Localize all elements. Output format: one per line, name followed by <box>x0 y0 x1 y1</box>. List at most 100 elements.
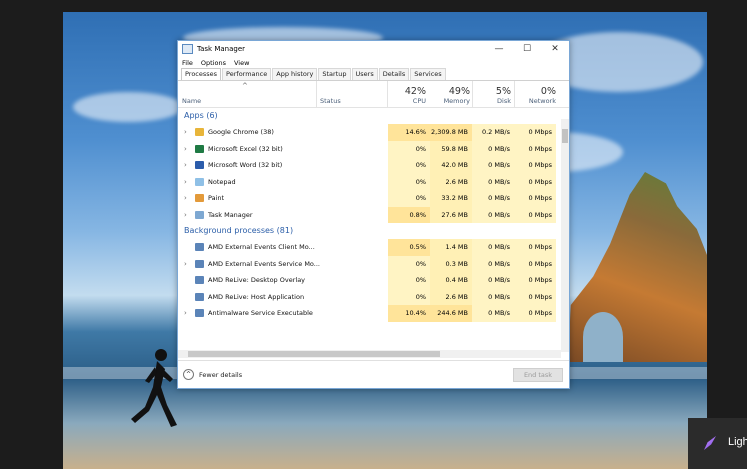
network-value: 0 Mbps <box>514 157 556 174</box>
process-name: AMD External Events Client Mo... <box>208 243 315 251</box>
process-row[interactable]: AMD External Events Client Mo... 0.5% 1.4 … <box>178 239 569 256</box>
tab-performance[interactable]: Performance <box>222 68 272 80</box>
process-row[interactable]: AMD ReLive: Host Application 0% 2.6 MB 0 MB… <box>178 288 569 305</box>
network-value: 0 Mbps <box>514 272 556 289</box>
network-value: 0 Mbps <box>514 305 556 322</box>
vertical-scroll-thumb[interactable] <box>562 129 568 143</box>
process-row[interactable]: › Task Manager 0.8% 27.6 MB 0 MB/s 0 Mbps <box>178 206 569 224</box>
column-memory[interactable]: Memory <box>430 97 470 105</box>
network-value: 0 Mbps <box>514 288 556 305</box>
disk-value: 0 MB/s <box>472 157 514 174</box>
cpu-value: 0.5% <box>388 239 430 256</box>
process-name: Notepad <box>208 177 236 186</box>
feather-icon <box>704 436 716 450</box>
process-name: Task Manager <box>208 210 253 219</box>
expand-chevron-icon[interactable]: › <box>184 305 187 322</box>
process-name: Antimalware Service Executable <box>208 309 313 317</box>
tab-processes[interactable]: Processes <box>181 68 222 80</box>
horizontal-scrollbar[interactable] <box>178 350 561 358</box>
memory-value: 2,309.8 MB <box>430 124 472 141</box>
disk-value: 0 MB/s <box>472 190 514 207</box>
expand-chevron-icon[interactable]: › <box>184 174 187 191</box>
process-row[interactable]: › Microsoft Word (32 bit) 0% 42.0 MB 0 MB/s 0… <box>178 157 569 174</box>
wallpaper-cloud <box>73 92 183 122</box>
window-title: Task Manager <box>197 45 246 53</box>
column-name[interactable]: Name <box>182 97 201 105</box>
process-row[interactable]: › Antimalware Service Executable 10.4% 244.… <box>178 305 569 322</box>
group-header-background: Background processes (81) <box>184 226 294 235</box>
process-row[interactable]: › Notepad 0% 2.6 MB 0 MB/s 0 Mbps <box>178 173 569 191</box>
expand-chevron-icon[interactable]: › <box>184 256 187 273</box>
menu-view[interactable]: View <box>234 59 249 67</box>
disk-value: 0 MB/s <box>472 239 514 256</box>
excel-icon <box>195 144 204 153</box>
vertical-scrollbar[interactable] <box>561 119 569 352</box>
tab-services[interactable]: Services <box>410 68 446 80</box>
disk-value: 0 MB/s <box>472 255 514 272</box>
memory-total: 49% <box>448 86 470 97</box>
memory-value: 2.6 MB <box>430 173 472 190</box>
process-list: Apps (6) › Google Chrome (38) 14.6% 2,309.8… <box>178 108 569 334</box>
fewer-details-button[interactable]: ^ Fewer details <box>183 369 242 380</box>
tab-users[interactable]: Users <box>351 68 378 80</box>
disk-value: 0 MB/s <box>472 272 514 289</box>
memory-value: 2.6 MB <box>430 288 472 305</box>
menu-options[interactable]: Options <box>201 59 226 67</box>
disk-value: 0 MB/s <box>472 206 514 223</box>
wallpaper-arch-opening <box>583 312 623 362</box>
column-network[interactable]: Network <box>516 97 556 105</box>
expand-chevron-icon[interactable]: › <box>184 207 187 224</box>
shield-icon <box>195 309 204 317</box>
tab-startup[interactable]: Startup <box>318 68 351 80</box>
notepad-icon <box>195 177 204 186</box>
end-task-button[interactable]: End task <box>513 368 563 382</box>
column-divider <box>514 81 515 107</box>
service-icon <box>195 292 204 301</box>
network-value: 0 Mbps <box>514 239 556 256</box>
tab-details[interactable]: Details <box>378 68 410 80</box>
chrome-icon <box>195 128 204 136</box>
expand-chevron-icon[interactable]: › <box>184 157 187 174</box>
column-cpu[interactable]: CPU <box>388 97 426 105</box>
column-disk[interactable]: Disk <box>474 97 511 105</box>
column-status[interactable]: Status <box>320 97 341 105</box>
menu-file[interactable]: File <box>182 59 193 67</box>
process-name: Microsoft Word (32 bit) <box>208 161 283 169</box>
task-manager-icon <box>195 210 204 219</box>
cpu-value: 0% <box>388 173 430 190</box>
task-manager-window: Task Manager — ☐ ✕ File Options View Pro… <box>177 40 570 389</box>
process-row[interactable]: › Google Chrome (38) 14.6% 2,309.8 MB 0.2 MB… <box>178 124 569 141</box>
disk-value: 0 MB/s <box>472 173 514 190</box>
horizontal-scroll-thumb[interactable] <box>188 351 440 357</box>
cpu-value: 0% <box>388 255 430 272</box>
maximize-button[interactable]: ☐ <box>513 44 541 54</box>
memory-value: 244.6 MB <box>430 305 472 322</box>
network-value: 0 Mbps <box>514 206 556 223</box>
close-button[interactable]: ✕ <box>541 44 569 54</box>
app-notification[interactable]: Ligh <box>688 418 747 469</box>
network-value: 0 Mbps <box>514 255 556 272</box>
disk-value: 0.2 MB/s <box>472 124 514 141</box>
cpu-value: 0% <box>388 190 430 207</box>
network-value: 0 Mbps <box>514 124 556 141</box>
wallpaper-runner <box>131 349 177 427</box>
sort-arrow-icon: ^ <box>242 82 248 90</box>
disk-value: 0 MB/s <box>472 140 514 157</box>
memory-value: 42.0 MB <box>430 157 472 174</box>
expand-chevron-icon[interactable]: › <box>184 124 187 141</box>
process-row[interactable]: › AMD External Events Service Mo... 0% 0.3 … <box>178 255 569 273</box>
network-value: 0 Mbps <box>514 173 556 190</box>
title-bar[interactable]: Task Manager — ☐ ✕ <box>178 41 569 57</box>
cpu-value: 10.4% <box>388 305 430 322</box>
minimize-button[interactable]: — <box>485 44 513 54</box>
process-name: AMD ReLive: Desktop Overlay <box>208 276 306 284</box>
tab-app-history[interactable]: App history <box>272 68 318 80</box>
process-row[interactable]: › Paint 0% 33.2 MB 0 MB/s 0 Mbps <box>178 190 569 207</box>
disk-total: 5% <box>495 86 511 97</box>
cpu-value: 0% <box>388 157 430 174</box>
expand-chevron-icon[interactable]: › <box>184 141 187 158</box>
disk-value: 0 MB/s <box>472 305 514 322</box>
process-row[interactable]: › Microsoft Excel (32 bit) 0% 59.8 MB 0 MB/s… <box>178 140 569 158</box>
process-row[interactable]: AMD ReLive: Desktop Overlay 0% 0.4 MB 0 MB/… <box>178 272 569 289</box>
expand-chevron-icon[interactable]: › <box>184 190 187 207</box>
